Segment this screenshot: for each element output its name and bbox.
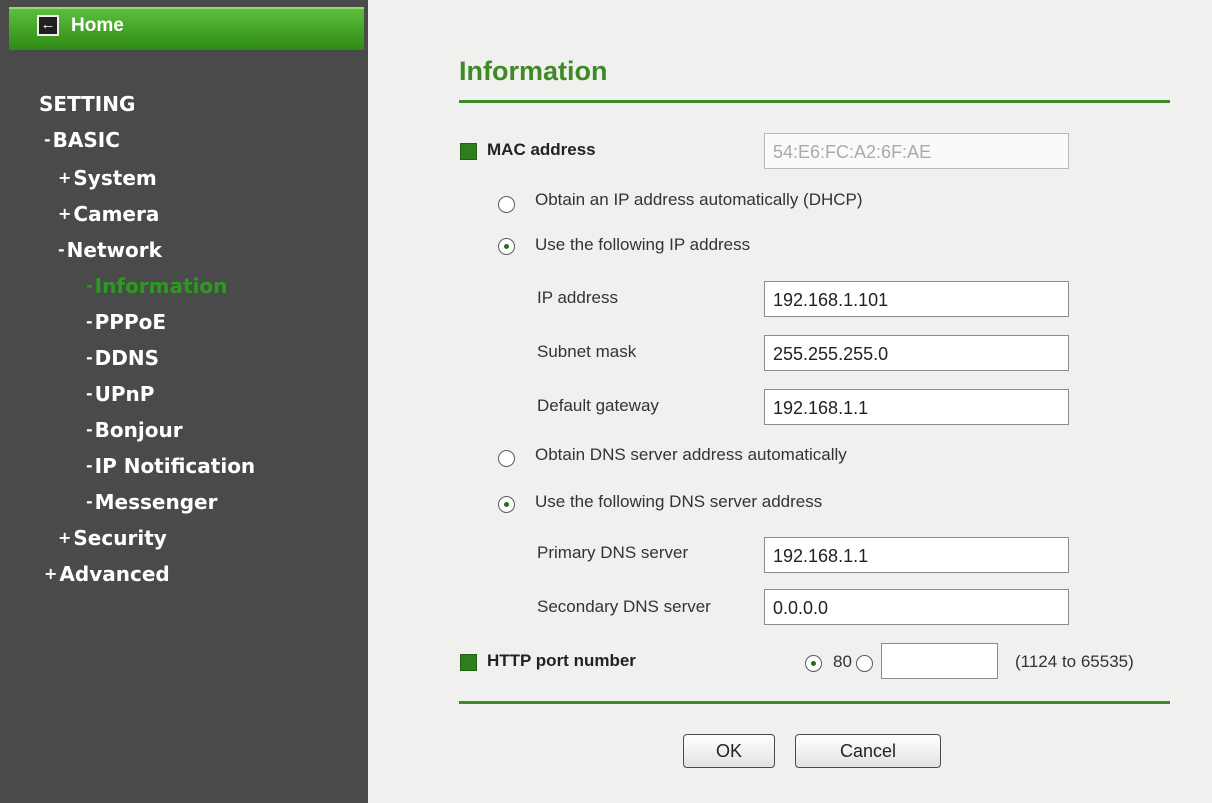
sidebar-item-bonjour[interactable]: - Bonjour (86, 418, 183, 442)
home-label: Home (71, 15, 124, 36)
primary-dns-input[interactable]: 192.168.1.1 (764, 537, 1069, 573)
static-ip-label: Use the following IP address (535, 235, 751, 254)
sidebar-item-basic[interactable]: - BASIC (44, 128, 120, 152)
http-port-default-value: 80 (833, 652, 852, 671)
sidebar-item-messenger[interactable]: - Messenger (86, 490, 217, 514)
default-gateway-input[interactable]: 192.168.1.1 (764, 389, 1069, 425)
cancel-button[interactable]: Cancel (795, 734, 941, 768)
ip-address-label: IP address (537, 288, 618, 307)
section-bullet-icon (460, 143, 477, 160)
dns-static-label: Use the following DNS server address (535, 492, 823, 511)
section-bullet-icon (460, 654, 477, 671)
sidebar-item-advanced[interactable]: + Advanced (44, 562, 170, 586)
static-ip-radio[interactable] (498, 238, 515, 255)
primary-dns-label: Primary DNS server (537, 543, 689, 562)
sidebar-item-ip-notification[interactable]: - IP Notification (86, 454, 255, 478)
mac-address-label: MAC address (487, 140, 596, 159)
http-port-label: HTTP port number (487, 651, 636, 670)
sidebar-item-information[interactable]: - Information (86, 274, 227, 298)
dhcp-label: Obtain an IP address automatically (DHCP… (535, 190, 863, 209)
sidebar: ← Home SETTING - BASIC + System + Camera -N… (0, 0, 368, 803)
sidebar-item-upnp[interactable]: - UPnP (86, 382, 154, 406)
sidebar-item-ddns[interactable]: - DDNS (86, 346, 159, 370)
home-link[interactable]: ← Home (9, 7, 364, 50)
back-arrow-icon: ← (37, 15, 59, 36)
secondary-dns-label: Secondary DNS server (537, 597, 711, 616)
sidebar-heading-setting: SETTING (39, 92, 136, 116)
dns-auto-radio[interactable] (498, 450, 515, 467)
default-gateway-label: Default gateway (537, 396, 659, 415)
sidebar-item-camera[interactable]: + Camera (58, 202, 159, 226)
sidebar-item-pppoe[interactable]: - PPPoE (86, 310, 166, 334)
http-port-range-hint: (1124 to 65535) (1015, 652, 1134, 671)
bottom-divider (459, 701, 1170, 704)
http-port-custom-radio[interactable] (856, 655, 873, 672)
dns-static-radio[interactable] (498, 496, 515, 513)
sidebar-item-network[interactable]: - Network (58, 238, 162, 262)
mac-address-field: 54:E6:FC:A2:6F:AE (764, 133, 1069, 169)
dns-auto-label: Obtain DNS server address automatically (535, 445, 847, 464)
page-title: Information (459, 56, 608, 86)
secondary-dns-input[interactable]: 0.0.0.0 (764, 589, 1069, 625)
subnet-mask-input[interactable]: 255.255.255.0 (764, 335, 1069, 371)
sidebar-item-system[interactable]: + System (58, 166, 157, 190)
http-port-custom-input[interactable] (881, 643, 998, 679)
ip-address-input[interactable]: 192.168.1.101 (764, 281, 1069, 317)
title-divider (459, 100, 1170, 103)
dhcp-radio[interactable] (498, 196, 515, 213)
subnet-mask-label: Subnet mask (537, 342, 637, 361)
http-port-default-radio[interactable] (805, 655, 822, 672)
sidebar-item-security[interactable]: + Security (58, 526, 167, 550)
ok-button[interactable]: OK (683, 734, 775, 768)
